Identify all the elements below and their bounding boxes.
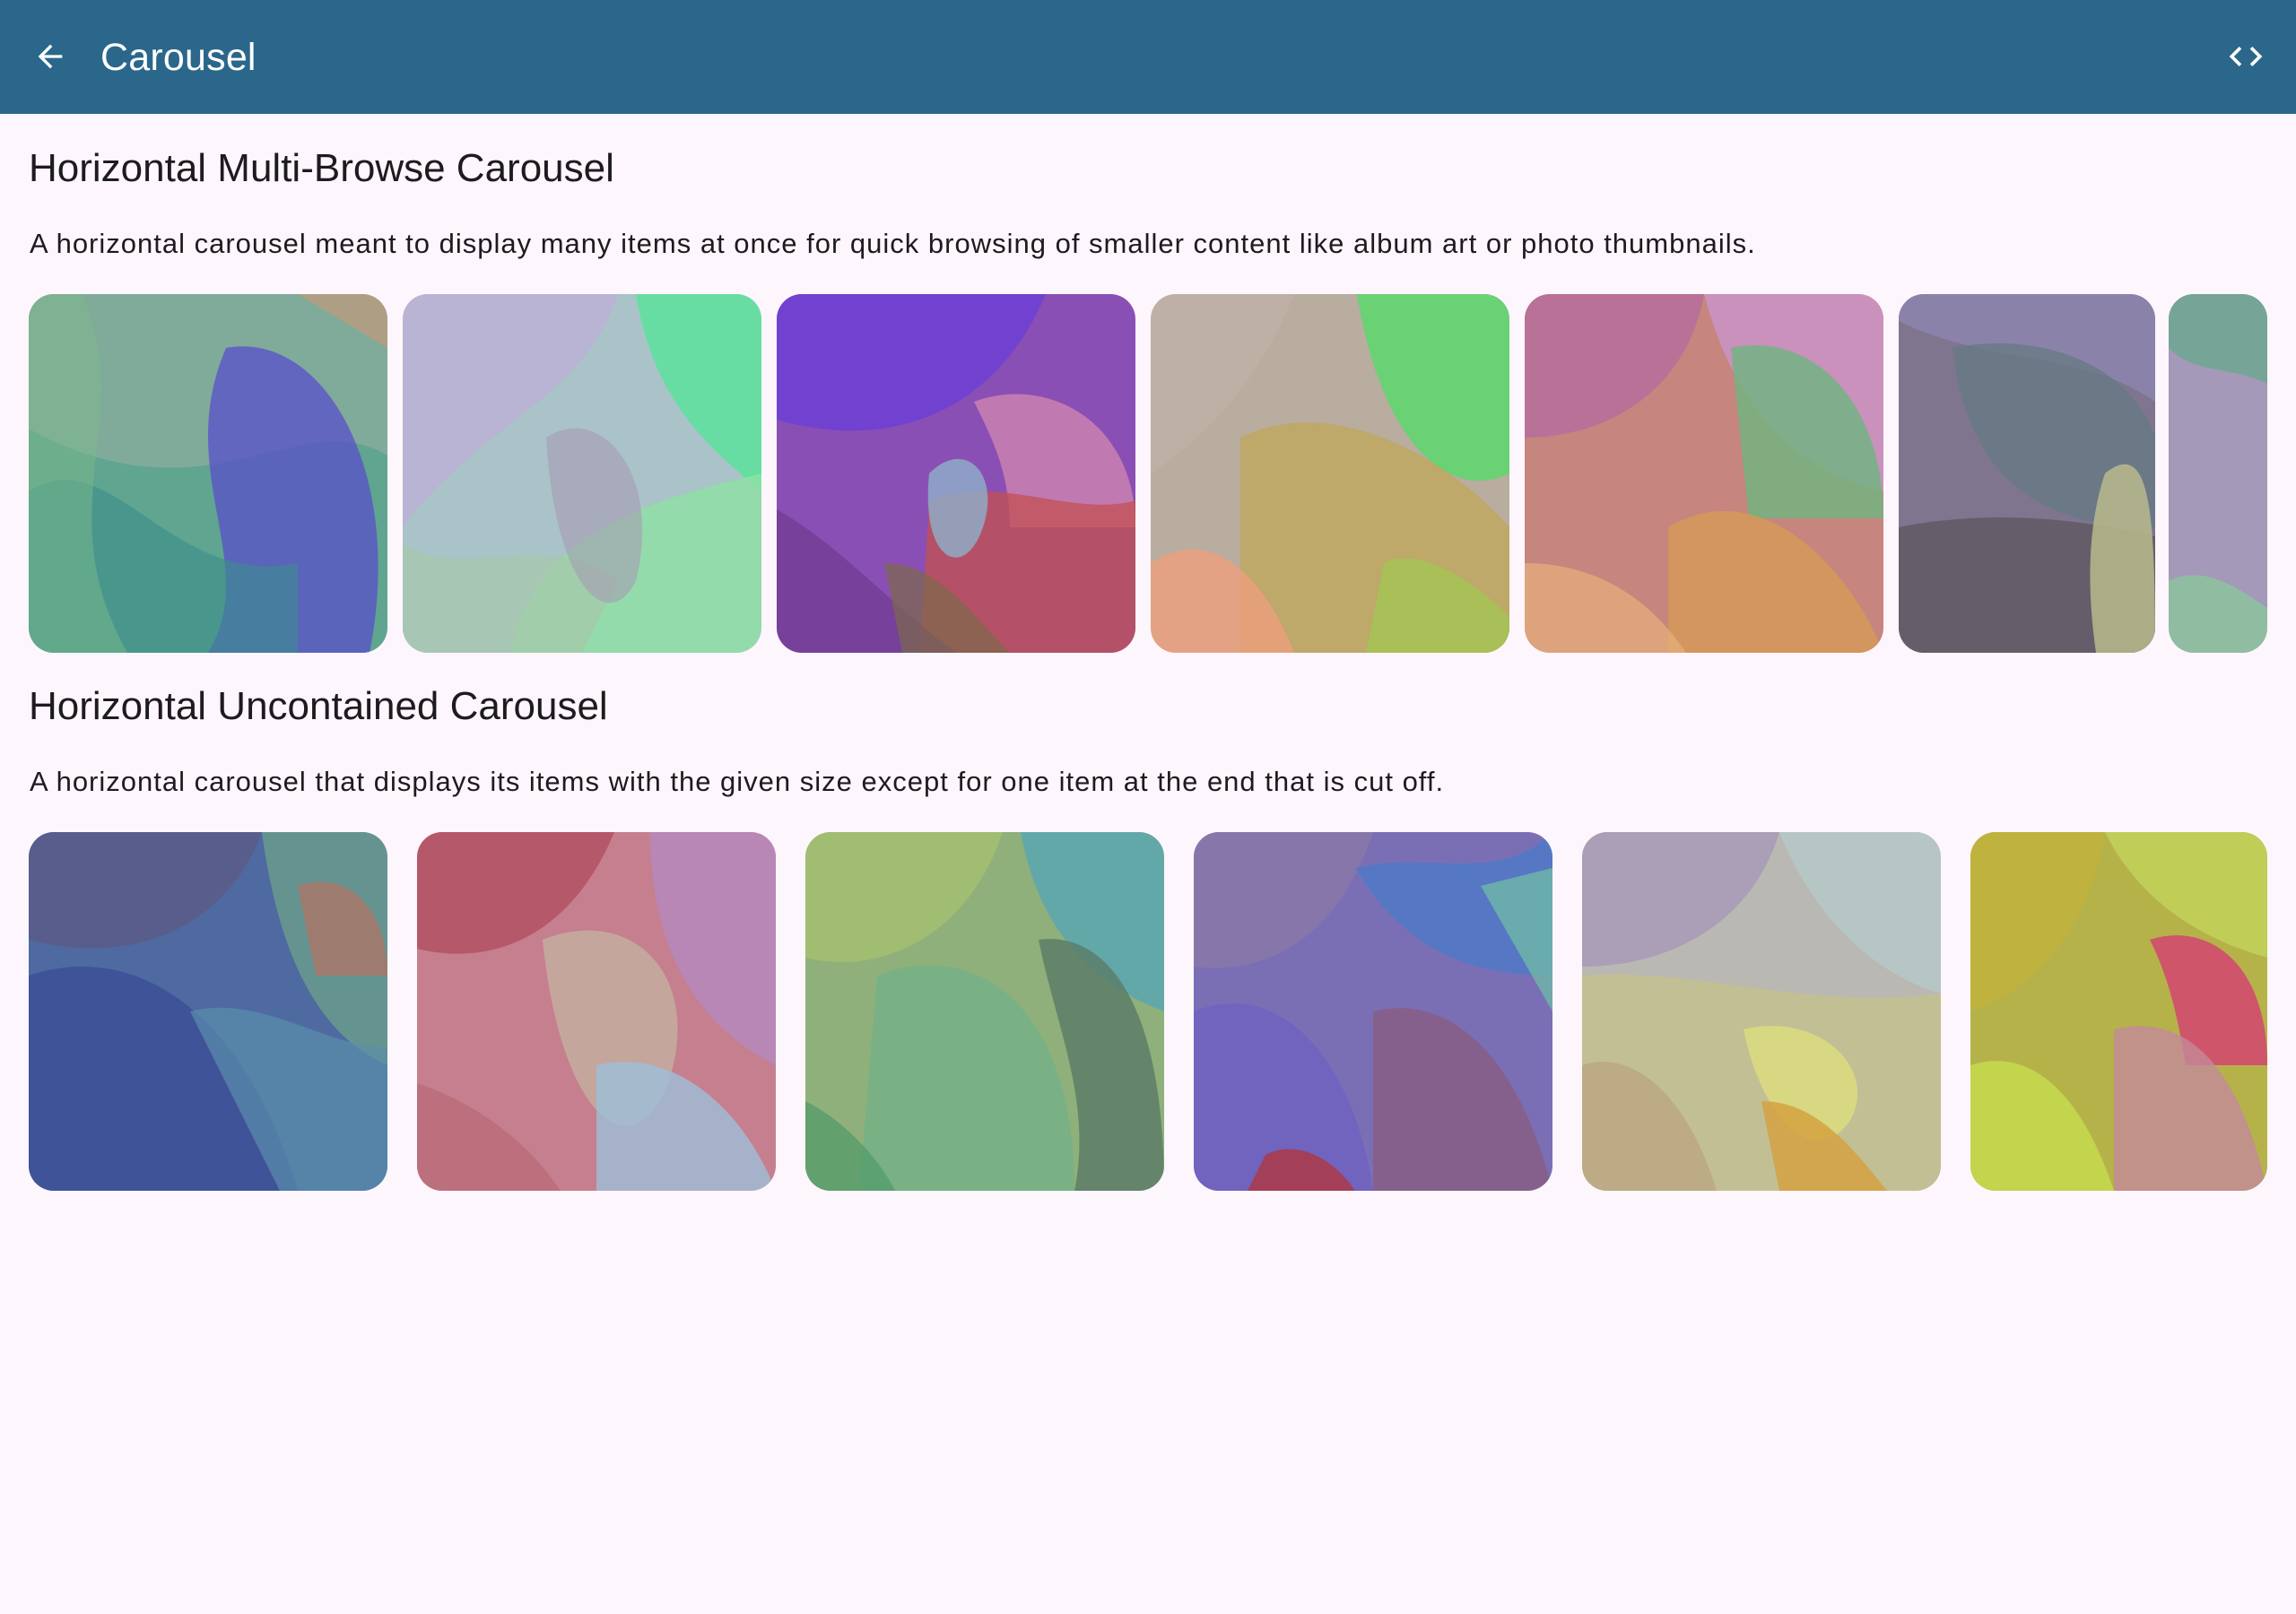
carousel-item[interactable] (1970, 832, 2267, 1191)
carousel-item[interactable] (1194, 832, 1552, 1191)
carousel-item[interactable] (29, 294, 387, 653)
section-title-uncontained: Horizontal Uncontained Carousel (29, 684, 608, 728)
carousel-item[interactable] (417, 832, 776, 1191)
arrow-back-icon (38, 44, 63, 69)
carousel-item[interactable] (2169, 294, 2267, 653)
carousel-item[interactable] (403, 294, 761, 653)
section-title-multi-browse: Horizontal Multi-Browse Carousel (29, 146, 614, 190)
code-icon (2229, 47, 2263, 66)
carousel-item[interactable] (1899, 294, 2155, 653)
carousel-item[interactable] (1151, 294, 1509, 653)
uncontained-carousel[interactable] (29, 832, 2267, 1191)
back-button[interactable] (25, 31, 75, 82)
carousel-item[interactable] (805, 832, 1164, 1191)
section-description-uncontained: A horizontal carousel that displays its … (30, 766, 1445, 797)
carousel-item[interactable] (1582, 832, 1941, 1191)
carousel-item[interactable] (29, 832, 387, 1191)
multi-browse-carousel[interactable] (29, 294, 2267, 653)
carousel-item[interactable] (1525, 294, 1883, 653)
view-code-button[interactable] (2221, 31, 2271, 82)
page-title: Carousel (100, 36, 257, 79)
carousel-item[interactable] (777, 294, 1135, 653)
top-app-bar: Carousel (0, 0, 2296, 114)
section-description-multi-browse: A horizontal carousel meant to display m… (30, 228, 1756, 259)
